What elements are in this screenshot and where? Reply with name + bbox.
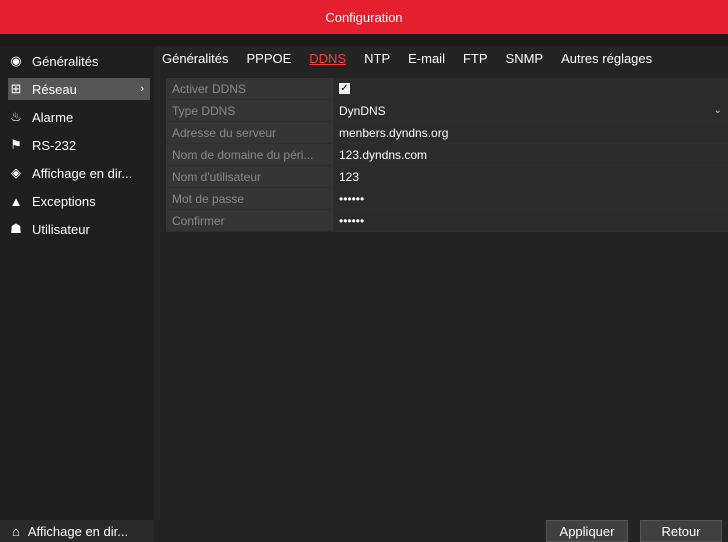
eye-icon: ◈	[11, 165, 21, 180]
live-view-label: Affichage en dir...	[27, 523, 129, 539]
sidebar-item-label: Utilisateur	[32, 221, 90, 237]
tab-email[interactable]: E-mail	[408, 51, 445, 66]
sidebar: ◉ Généralités ⊞ Réseau › ♨ Alarme ⚑ RS-2…	[0, 46, 154, 542]
sidebar-item-label: Généralités	[32, 53, 99, 69]
window-title-bar: Configuration	[0, 0, 728, 34]
enable-ddns-checkbox[interactable]: ✓	[339, 83, 350, 94]
form-row-server-address: Adresse du serveur menbers.dyndns.org	[166, 122, 728, 144]
password-input[interactable]: ••••••	[332, 188, 728, 209]
sidebar-item-utilisateur[interactable]: ☗ Utilisateur	[8, 218, 150, 240]
live-view-button[interactable]: ⌂ Affichage en dir...	[0, 520, 154, 542]
tab-generalites[interactable]: Généralités	[162, 51, 228, 66]
ddns-form: Activer DDNS ✓ Type DDNS DynDNS ⌄ Adress…	[166, 78, 728, 232]
back-button[interactable]: Retour	[640, 520, 722, 542]
sidebar-item-label: RS-232	[32, 137, 77, 153]
sidebar-item-label: Réseau	[32, 81, 77, 97]
form-row-password: Mot de passe ••••••	[166, 188, 728, 210]
users-icon: ☗	[10, 221, 22, 236]
device-domain-label: Nom de domaine du péri...	[166, 144, 332, 165]
sidebar-item-label: Alarme	[32, 109, 74, 125]
device-domain-input[interactable]: 123.dyndns.com	[332, 144, 728, 165]
tab-pppoe[interactable]: PPPOE	[246, 51, 291, 66]
form-row-username: Nom d'utilisateur 123	[166, 166, 728, 188]
ddns-type-select[interactable]: DynDNS ⌄	[332, 100, 728, 121]
form-row-enable-ddns: Activer DDNS ✓	[166, 78, 728, 100]
window-title: Configuration	[325, 9, 403, 25]
tab-ntp[interactable]: NTP	[364, 51, 390, 66]
chevron-right-icon: ›	[140, 83, 144, 95]
password-label: Mot de passe	[166, 188, 332, 209]
sidebar-item-label: Affichage en dir...	[32, 165, 133, 181]
server-address-label: Adresse du serveur	[166, 122, 332, 143]
sidebar-item-label: Exceptions	[32, 193, 96, 209]
alarm-icon: ♨	[10, 109, 22, 124]
network-icon: ⊞	[10, 81, 22, 96]
sidebar-item-generalites[interactable]: ◉ Généralités	[8, 50, 150, 72]
enable-ddns-label: Activer DDNS	[166, 78, 332, 99]
sidebar-item-exceptions[interactable]: ▲ Exceptions	[8, 190, 150, 212]
tab-ddns[interactable]: DDNS	[309, 51, 346, 66]
form-row-device-domain: Nom de domaine du péri... 123.dyndns.com	[166, 144, 728, 166]
serial-icon: ⚑	[10, 137, 22, 152]
content-panel: Généralités PPPOE DDNS NTP E-mail FTP SN…	[154, 46, 728, 542]
username-input[interactable]: 123	[332, 166, 728, 187]
sidebar-item-affichage[interactable]: ◈ Affichage en dir...	[8, 162, 150, 184]
tab-autres-reglages[interactable]: Autres réglages	[561, 51, 652, 66]
username-label: Nom d'utilisateur	[166, 166, 332, 187]
home-icon: ⌂	[12, 523, 20, 539]
tab-snmp[interactable]: SNMP	[506, 51, 544, 66]
form-row-confirm: Confirmer ••••••	[166, 210, 728, 232]
sidebar-item-reseau[interactable]: ⊞ Réseau ›	[8, 78, 150, 100]
tab-ftp[interactable]: FTP	[463, 51, 488, 66]
ddns-type-value: DynDNS	[339, 103, 386, 118]
sidebar-item-alarme[interactable]: ♨ Alarme	[8, 106, 150, 128]
apply-button[interactable]: Appliquer	[546, 520, 628, 542]
confirm-label: Confirmer	[166, 210, 332, 231]
tab-bar: Généralités PPPOE DDNS NTP E-mail FTP SN…	[162, 46, 670, 70]
server-address-input[interactable]: menbers.dyndns.org	[332, 122, 728, 143]
settings-circle-icon: ◉	[10, 53, 22, 68]
chevron-down-icon: ⌄	[713, 105, 722, 116]
confirm-password-input[interactable]: ••••••	[332, 210, 728, 231]
sidebar-item-rs232[interactable]: ⚑ RS-232	[8, 134, 150, 156]
ddns-type-label: Type DDNS	[166, 100, 332, 121]
form-row-ddns-type: Type DDNS DynDNS ⌄	[166, 100, 728, 122]
warning-icon: ▲	[9, 193, 23, 209]
